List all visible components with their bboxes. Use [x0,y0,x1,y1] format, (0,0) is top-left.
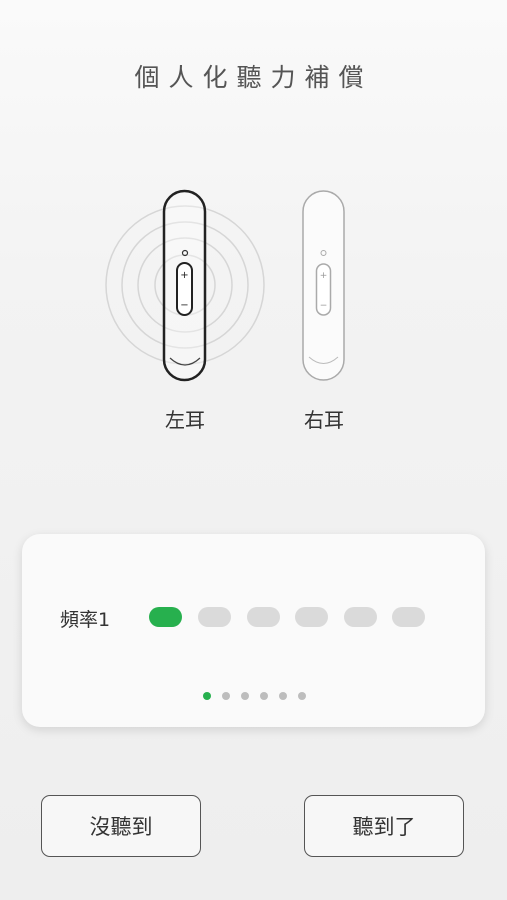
heard-button[interactable]: 聽到了 [304,795,464,857]
left-earpiece-illustration[interactable]: + − [100,186,270,386]
right-earpiece-illustration[interactable]: + − [300,189,348,385]
left-ear-label: 左耳 [165,408,205,432]
frequency-step-1 [149,607,182,627]
page-dot-1 [203,692,211,700]
frequency-step-4 [295,607,328,627]
frequency-label: 頻率1 [60,609,111,631]
frequency-step-3 [247,607,280,627]
page-dot-5 [279,692,287,700]
frequency-step-6 [392,607,425,627]
page-dot-6 [298,692,306,700]
right-ear-label: 右耳 [304,408,344,432]
svg-text:+: + [320,271,328,281]
svg-text:+: + [180,270,188,281]
svg-text:−: − [180,300,188,311]
page-dot-2 [222,692,230,700]
frequency-step-2 [198,607,231,627]
page-dot-3 [241,692,249,700]
frequency-step-5 [344,607,377,627]
frequency-card: 頻率1 [22,534,485,727]
not-heard-button[interactable]: 沒聽到 [41,795,201,857]
page-title: 個人化聽力補償 [134,63,373,92]
page-dot-4 [260,692,268,700]
svg-text:−: − [320,301,328,311]
